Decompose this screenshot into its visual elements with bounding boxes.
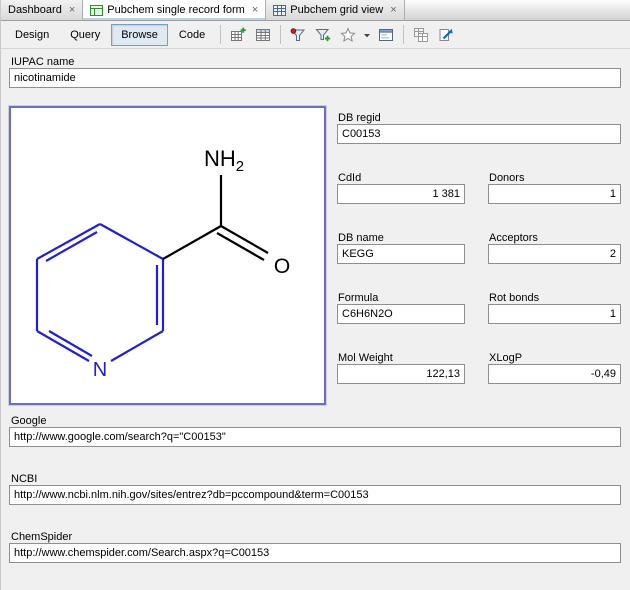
db-regid-field[interactable]	[337, 124, 621, 144]
formula-label: Formula	[338, 292, 378, 304]
cdid-label: CdId	[338, 172, 361, 184]
open-grid-view-icon[interactable]	[434, 23, 458, 47]
grid-stack-icon[interactable]	[409, 23, 433, 47]
code-button[interactable]: Code	[169, 24, 215, 46]
favorites-caret-icon[interactable]	[361, 23, 373, 47]
db-name-label: DB name	[338, 232, 384, 244]
mol-weight-label: Mol Weight	[338, 352, 393, 364]
form-document-icon	[90, 4, 103, 17]
tab-label: Pubchem grid view	[290, 4, 383, 16]
google-url-field[interactable]	[9, 427, 621, 447]
tab-label: Pubchem single record form	[107, 4, 245, 16]
tab-dashboard[interactable]: Dashboard ×	[1, 0, 83, 20]
record-form: IUPAC name N	[1, 49, 630, 590]
toolbar-separator	[403, 25, 404, 44]
favorites-star-icon[interactable]	[336, 23, 360, 47]
chemspider-label: ChemSpider	[11, 531, 72, 543]
tab-pubchem-single-record-form[interactable]: Pubchem single record form ×	[83, 0, 266, 20]
form-view-icon[interactable]	[374, 23, 398, 47]
cdid-field[interactable]	[337, 184, 465, 204]
ring-nitrogen-label: N	[93, 359, 107, 381]
toolbar-separator	[280, 25, 281, 44]
google-label: Google	[11, 415, 46, 427]
document-tabbar: Dashboard × Pubchem single record form ×	[1, 0, 630, 21]
new-table-icon[interactable]	[226, 23, 250, 47]
application-window: Dashboard × Pubchem single record form ×	[0, 0, 630, 590]
db-name-field[interactable]	[337, 244, 465, 264]
iupac-name-label: IUPAC name	[11, 56, 74, 68]
xlogp-label: XLogP	[489, 352, 522, 364]
close-icon[interactable]: ×	[69, 5, 75, 15]
query-button[interactable]: Query	[60, 24, 110, 46]
molecule-drawing: N NH2 O	[11, 108, 324, 403]
pyridine-ring	[37, 224, 163, 361]
toolbar-separator	[220, 25, 221, 44]
structure-field[interactable]: N NH2 O	[9, 106, 326, 405]
rot-bonds-label: Rot bonds	[489, 292, 539, 304]
formula-field[interactable]	[337, 304, 465, 324]
amide-nh2-label: NH2	[204, 146, 244, 175]
donors-label: Donors	[489, 172, 524, 184]
tab-pubchem-grid-view[interactable]: Pubchem grid view ×	[266, 0, 404, 20]
close-icon[interactable]: ×	[390, 5, 396, 15]
table-icon[interactable]	[251, 23, 275, 47]
amide-bonds	[163, 175, 268, 260]
filter-plus-icon[interactable]	[311, 23, 335, 47]
design-button[interactable]: Design	[5, 24, 59, 46]
rot-bonds-field[interactable]	[488, 304, 621, 324]
acceptors-label: Acceptors	[489, 232, 538, 244]
ncbi-label: NCBI	[11, 473, 37, 485]
main-toolbar: Design Query Browse Code	[1, 21, 630, 49]
donors-field[interactable]	[488, 184, 621, 204]
iupac-name-field[interactable]	[9, 68, 621, 88]
browse-button[interactable]: Browse	[111, 24, 168, 46]
carbonyl-oxygen-label: O	[274, 255, 290, 278]
acceptors-field[interactable]	[488, 244, 621, 264]
close-icon[interactable]: ×	[252, 5, 258, 15]
xlogp-field[interactable]	[488, 364, 621, 384]
ncbi-url-field[interactable]	[9, 485, 621, 505]
tab-label: Dashboard	[8, 4, 62, 16]
mol-weight-field[interactable]	[337, 364, 465, 384]
grid-document-icon	[273, 4, 286, 17]
filter-red-icon[interactable]	[286, 23, 310, 47]
db-regid-label: DB regid	[338, 112, 381, 124]
chemspider-url-field[interactable]	[9, 543, 621, 563]
